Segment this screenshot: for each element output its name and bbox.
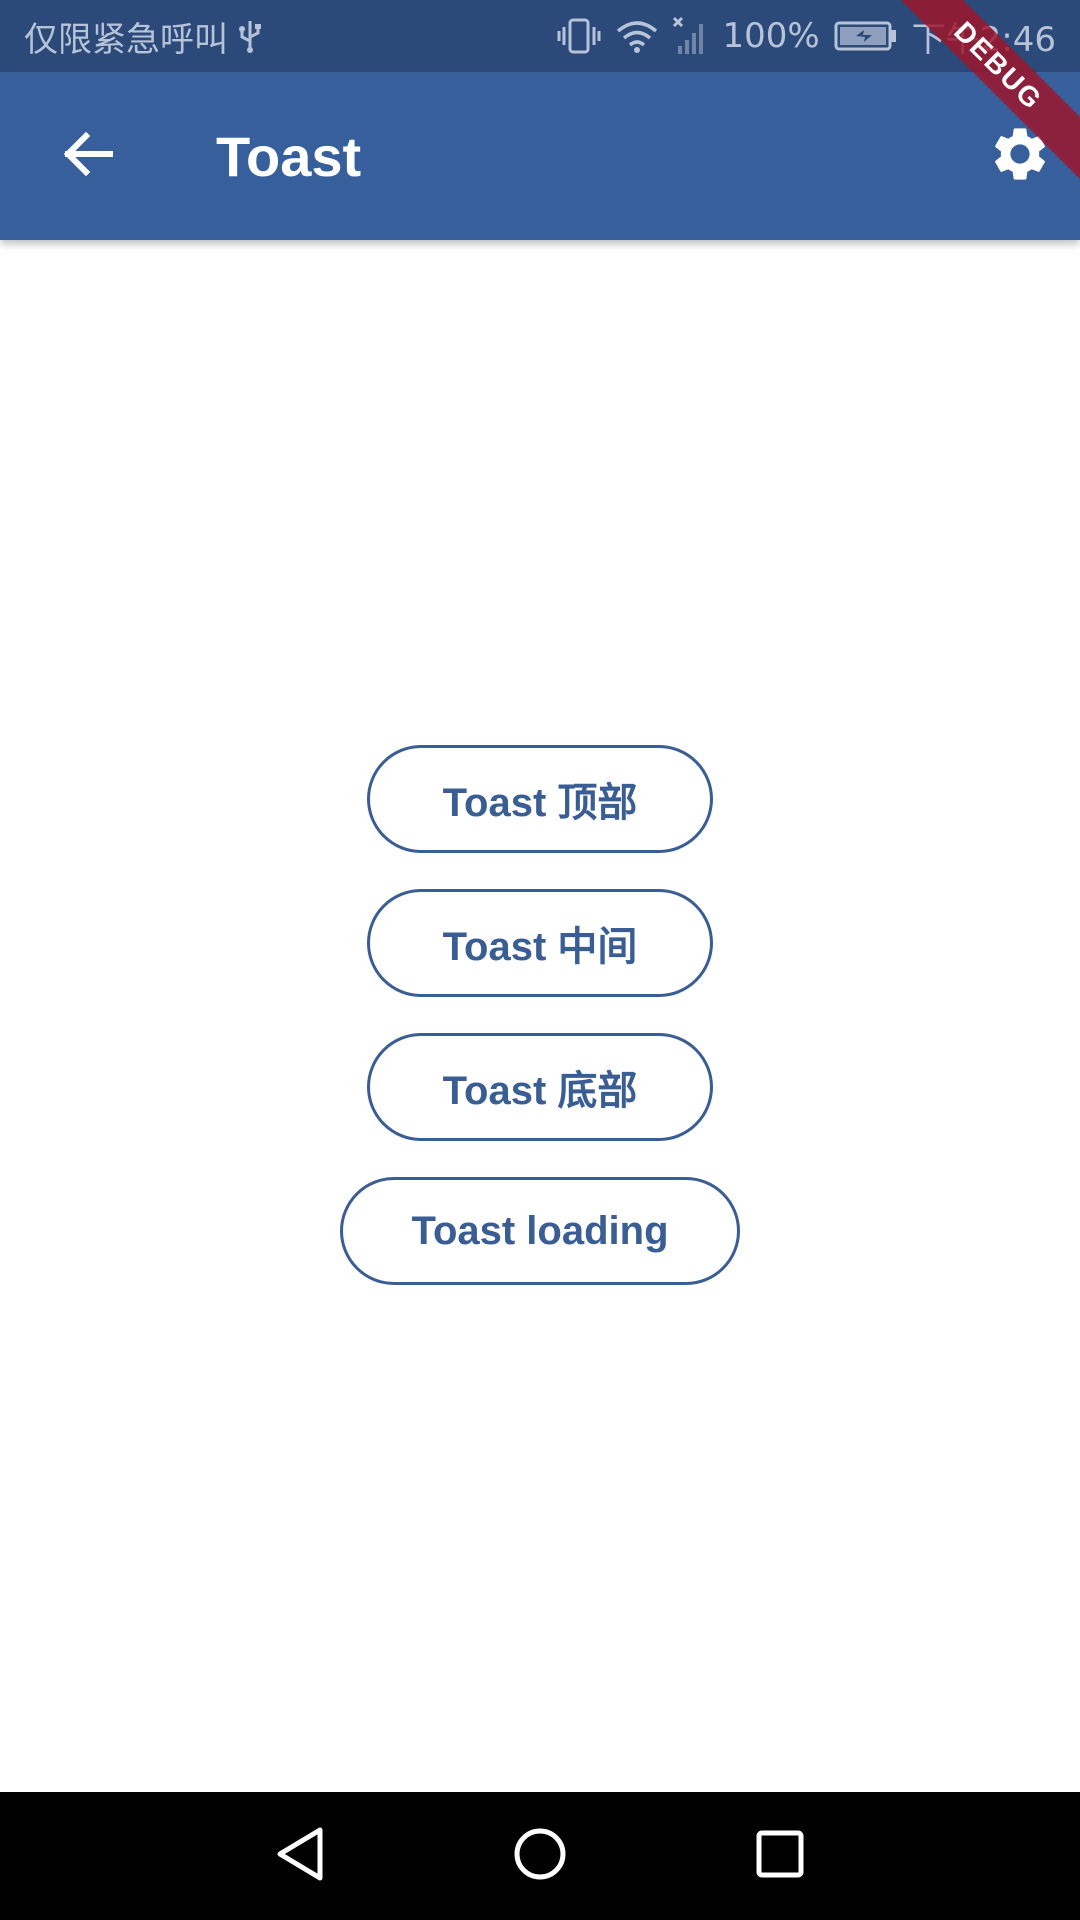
status-bar: 仅限紧急呼叫 100% 下午2:46 [0, 0, 1080, 72]
wifi-icon [616, 19, 658, 53]
back-button[interactable] [40, 108, 136, 204]
screen: 仅限紧急呼叫 100% 下午2:46 Toast DEBUG Toast 顶部 … [0, 0, 1080, 1920]
battery-charging-icon [834, 20, 898, 52]
nav-back-button[interactable] [260, 1816, 340, 1896]
no-signal-icon [672, 16, 708, 56]
toast-loading-button[interactable]: Toast loading [340, 1177, 740, 1285]
toast-bottom-button[interactable]: Toast 底部 [367, 1033, 713, 1141]
nav-recent-button[interactable] [740, 1816, 820, 1896]
status-left: 仅限紧急呼叫 [24, 0, 262, 72]
nav-recent-icon [755, 1829, 805, 1883]
app-bar: Toast [0, 72, 1080, 240]
page-title: Toast [216, 124, 362, 188]
battery-percent: 100% [722, 16, 820, 56]
arrow-back-icon [60, 126, 116, 186]
settings-button[interactable] [976, 112, 1064, 200]
nav-home-button[interactable] [500, 1816, 580, 1896]
nav-home-icon [512, 1826, 568, 1886]
carrier-text: 仅限紧急呼叫 [24, 19, 228, 60]
gear-icon [988, 122, 1052, 190]
clock: 下午2:46 [911, 19, 1056, 60]
toast-top-button[interactable]: Toast 顶部 [367, 745, 713, 853]
vibrate-icon [556, 17, 602, 55]
usb-icon [238, 19, 262, 53]
toast-center-button[interactable]: Toast 中间 [367, 889, 713, 997]
nav-back-icon [272, 1824, 328, 1888]
nav-bar [0, 1792, 1080, 1920]
status-right: 100% 下午2:46 [556, 0, 1056, 72]
